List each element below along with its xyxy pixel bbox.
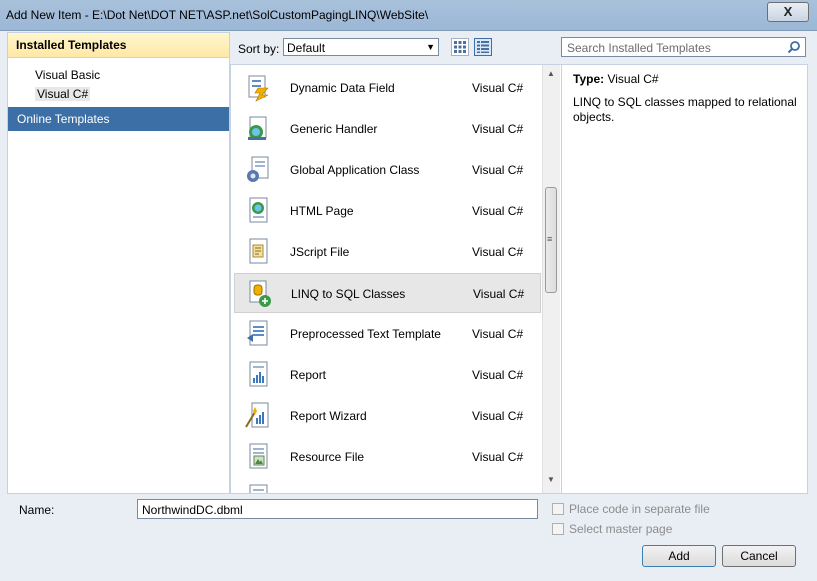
- select-master-page-label: Select master page: [569, 522, 673, 536]
- template-name: LINQ to SQL Classes: [291, 287, 406, 301]
- template-row-report-wizard[interactable]: Report Wizard Visual C#: [234, 396, 541, 436]
- generic-handler-icon: [248, 116, 267, 140]
- template-category-pane: Installed Templates Visual Basic Visual …: [7, 32, 230, 494]
- resource-file-icon: [249, 443, 268, 469]
- scroll-up-arrow-icon[interactable]: ▲: [547, 69, 555, 78]
- template-language: Visual C#: [473, 287, 525, 301]
- template-description: LINQ to SQL classes mapped to relational…: [573, 95, 797, 124]
- grip-icon: ≡: [547, 234, 553, 244]
- list-view-icon: [477, 41, 489, 53]
- language-label: Visual C#: [35, 87, 91, 101]
- scroll-down-arrow-icon[interactable]: ▼: [547, 475, 555, 484]
- template-name: Dynamic Data Field: [290, 81, 395, 95]
- template-name: Resource File: [290, 450, 365, 464]
- template-language: Visual C#: [472, 245, 524, 259]
- template-row-dynamic-data-field[interactable]: Dynamic Data Field Visual C#: [234, 68, 541, 108]
- template-row-preprocessed-text-template[interactable]: Preprocessed Text Template Visual C#: [234, 314, 541, 354]
- title-bar: Add New Item - E:\Dot Net\DOT NET\ASP.ne…: [0, 0, 817, 31]
- language-label: Visual Basic: [35, 68, 101, 82]
- template-language: Visual C#: [472, 327, 524, 341]
- template-language: Visual C#: [472, 409, 524, 423]
- window-title: Add New Item - E:\Dot Net\DOT NET\ASP.ne…: [6, 8, 429, 22]
- template-row-global-application-class[interactable]: Global Application Class Visual C#: [234, 150, 541, 190]
- scrollbar-thumb[interactable]: ≡: [545, 187, 557, 293]
- name-field[interactable]: NorthwindDC.dbml: [137, 499, 538, 519]
- template-name: Generic Handler: [290, 122, 378, 136]
- linq-to-sql-icon: [249, 280, 271, 307]
- details-view-button[interactable]: [474, 38, 492, 56]
- template-language: Visual C#: [472, 450, 524, 464]
- add-new-item-dialog: Add New Item - E:\Dot Net\DOT NET\ASP.ne…: [0, 0, 817, 581]
- name-field-value: NorthwindDC.dbml: [142, 503, 243, 517]
- template-language: Visual C#: [472, 204, 524, 218]
- medium-icons-view-button[interactable]: [451, 38, 469, 56]
- bottom-panel: Name: NorthwindDC.dbml Place code in sep…: [0, 494, 817, 581]
- template-details-pane: Type: Visual C# LINQ to SQL classes mapp…: [561, 64, 808, 494]
- language-list: Visual Basic Visual C#: [8, 58, 229, 104]
- select-master-page-checkbox[interactable]: [552, 523, 564, 535]
- close-button[interactable]: X: [767, 2, 809, 22]
- type-value: Visual C#: [607, 72, 659, 86]
- report-wizard-icon: [245, 402, 269, 428]
- search-installed-templates-input[interactable]: Search Installed Templates: [561, 37, 806, 57]
- template-row-partial[interactable]: [234, 478, 541, 493]
- add-button[interactable]: Add: [642, 545, 716, 567]
- language-item-visual-basic[interactable]: Visual Basic: [8, 66, 229, 85]
- partial-template-icon: [249, 484, 268, 493]
- preprocessed-text-template-icon: [247, 320, 268, 346]
- sort-by-value: Default: [287, 41, 326, 55]
- template-language: Visual C#: [472, 122, 524, 136]
- dynamic-data-field-icon: [248, 75, 269, 102]
- search-icon[interactable]: [787, 40, 801, 57]
- report-icon: [249, 361, 268, 387]
- template-row-resource-file[interactable]: Resource File Visual C#: [234, 437, 541, 477]
- template-language: Visual C#: [472, 163, 524, 177]
- sort-toolbar: Sort by: Default ▼: [230, 32, 560, 62]
- installed-templates-header[interactable]: Installed Templates: [8, 33, 229, 58]
- jscript-file-icon: [249, 238, 268, 264]
- html-page-icon: [249, 197, 268, 223]
- template-row-jscript-file[interactable]: JScript File Visual C#: [234, 232, 541, 272]
- template-name: Preprocessed Text Template: [290, 327, 441, 341]
- template-row-linq-to-sql-classes[interactable]: LINQ to SQL Classes Visual C#: [234, 273, 541, 313]
- template-name: Report Wizard: [290, 409, 367, 423]
- template-language: Visual C#: [472, 368, 524, 382]
- template-list: Dynamic Data Field Visual C# Generic Han…: [230, 64, 562, 494]
- template-language: Visual C#: [472, 81, 524, 95]
- global-application-class-icon: [247, 156, 269, 182]
- template-row-report[interactable]: Report Visual C#: [234, 355, 541, 395]
- grid-view-icon: [454, 41, 466, 53]
- type-label: Type:: [573, 72, 605, 86]
- template-row-generic-handler[interactable]: Generic Handler Visual C#: [234, 109, 541, 149]
- template-name: JScript File: [290, 245, 350, 259]
- template-name: Global Application Class: [290, 163, 420, 177]
- sort-by-dropdown[interactable]: Default ▼: [283, 38, 439, 56]
- template-name: HTML Page: [290, 204, 354, 218]
- name-label: Name:: [19, 503, 55, 517]
- place-code-checkbox[interactable]: [552, 503, 564, 515]
- search-placeholder: Search Installed Templates: [567, 41, 711, 55]
- place-code-label: Place code in separate file: [569, 502, 710, 516]
- template-type-line: Type: Visual C#: [573, 72, 659, 86]
- sort-by-label: Sort by:: [238, 42, 280, 56]
- chevron-down-icon: ▼: [426, 42, 435, 52]
- cancel-button[interactable]: Cancel: [722, 545, 796, 567]
- template-name: Report: [290, 368, 327, 382]
- template-list-scrollbar[interactable]: ▲ ≡ ▼: [542, 65, 560, 493]
- online-templates-header[interactable]: Online Templates: [8, 107, 229, 131]
- language-item-visual-csharp[interactable]: Visual C#: [8, 85, 229, 104]
- template-row-html-page[interactable]: HTML Page Visual C#: [234, 191, 541, 231]
